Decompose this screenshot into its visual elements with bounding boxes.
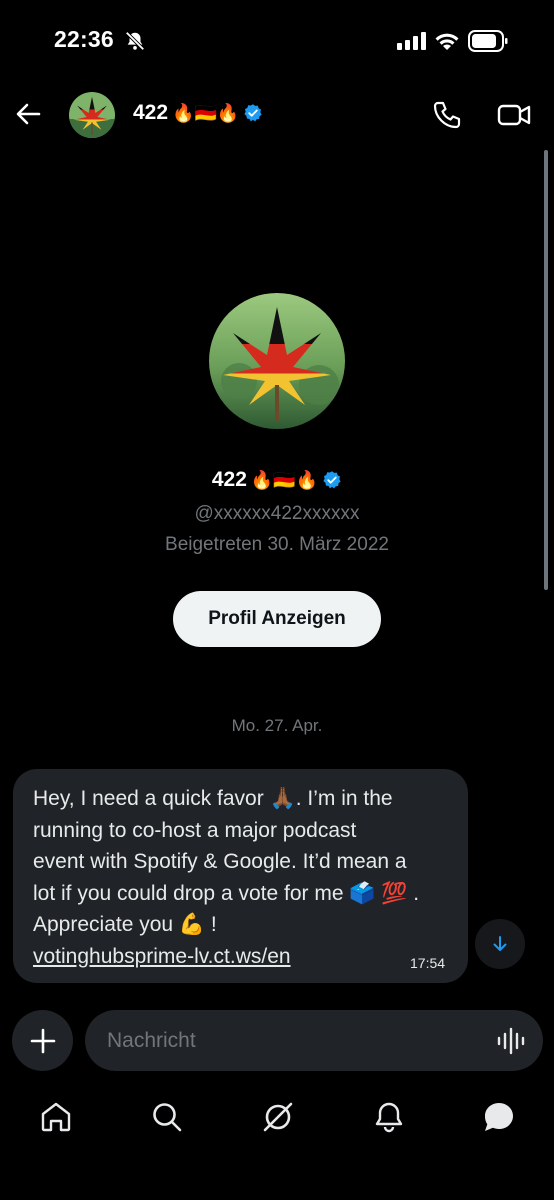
profile-name-text: 422: [211, 468, 247, 491]
status-time: 22:36: [54, 26, 114, 52]
profile-name: 422 🔥🇩🇪🔥: [0, 468, 554, 492]
search-icon[interactable]: [150, 1100, 184, 1134]
plus-icon: [30, 1028, 55, 1053]
home-icon[interactable]: [39, 1100, 73, 1134]
silent-bell-icon: [125, 31, 145, 51]
verified-badge-icon: [323, 471, 341, 489]
battery-icon: [468, 30, 508, 52]
message-line: Appreciate you 💪 !: [33, 913, 217, 936]
date-separator: Mo. 27. Apr.: [231, 716, 323, 735]
signal-icon: [397, 32, 426, 50]
profile-avatar[interactable]: [209, 293, 345, 429]
message-timestamp: 17:54: [410, 955, 446, 971]
profile-joined-date: Beigetreten 30. März 2022: [165, 534, 389, 555]
header-name-text: 422: [133, 101, 169, 124]
notifications-icon[interactable]: [372, 1100, 406, 1134]
back-arrow-icon[interactable]: [14, 100, 42, 128]
header-name-emoji: 🔥🇩🇪🔥: [172, 102, 240, 124]
header-avatar[interactable]: [69, 92, 115, 138]
grok-icon[interactable]: [261, 1100, 295, 1134]
video-call-icon[interactable]: [497, 101, 531, 129]
message-line: running to co-host a major podcast: [33, 818, 357, 842]
message-bubble: Hey, I need a quick favor 🙏🏾. I’m in the…: [13, 769, 468, 983]
add-attachment-button[interactable]: [12, 1010, 73, 1071]
message-link[interactable]: votinghubsprime-lv.ct.ws/en: [33, 941, 450, 972]
arrow-down-icon: [493, 936, 507, 951]
view-profile-button[interactable]: Profil Anzeigen: [173, 591, 381, 647]
wifi-icon: [435, 33, 459, 50]
phone-call-icon[interactable]: [432, 100, 462, 130]
verified-badge-icon: [244, 104, 262, 122]
message-line: Hey, I need a quick favor 🙏🏾. I’m in the: [33, 787, 393, 810]
messages-icon[interactable]: [482, 1100, 516, 1134]
header-contact-name[interactable]: 422 🔥🇩🇪🔥: [133, 101, 263, 125]
voice-message-icon[interactable]: [496, 1026, 526, 1056]
message-line: lot if you could drop a vote for me 🗳️ 💯…: [33, 881, 420, 905]
message-line: event with Spotify & Google. It’d mean a: [33, 850, 407, 873]
profile-name-emoji: 🔥🇩🇪🔥: [250, 469, 319, 491]
message-input[interactable]: [85, 1010, 543, 1071]
profile-handle: @xxxxxx422xxxxxx: [194, 503, 360, 524]
scroll-to-bottom-button[interactable]: [475, 919, 525, 969]
